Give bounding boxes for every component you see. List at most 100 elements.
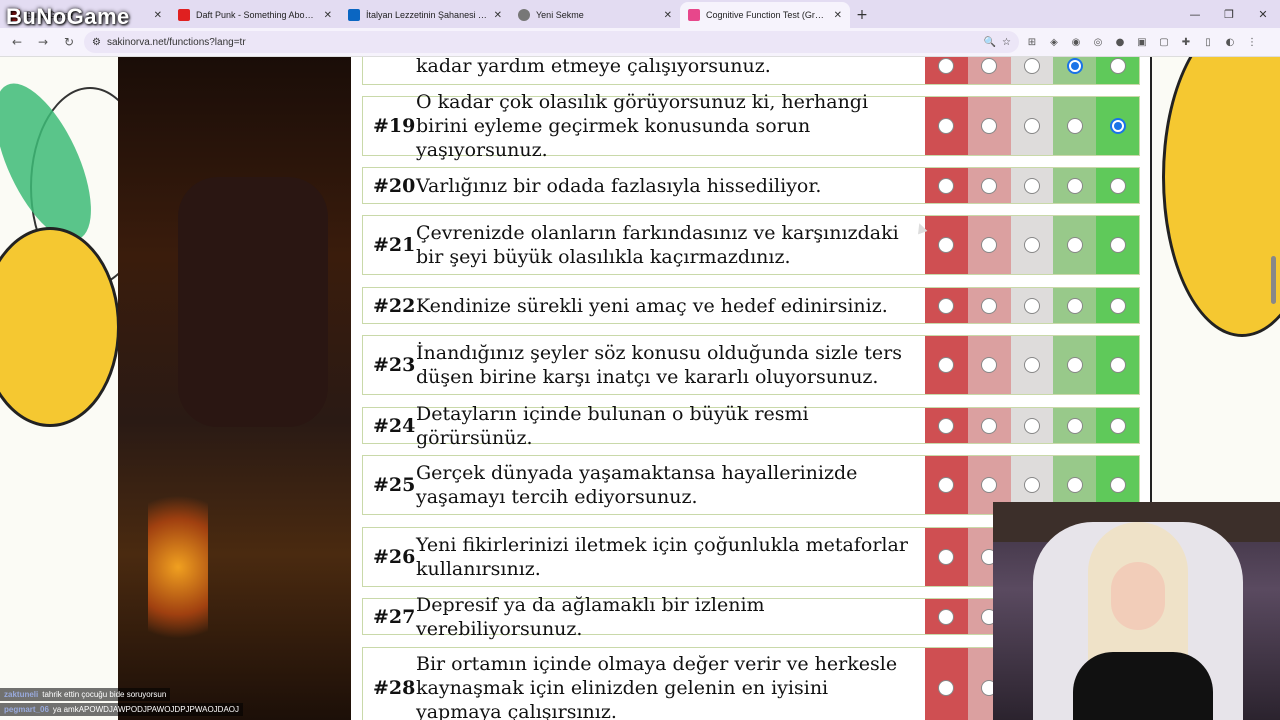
extension-icon[interactable]: ● (1111, 33, 1129, 51)
radio-button[interactable] (938, 58, 955, 74)
new-tab-button[interactable]: + (850, 2, 874, 28)
maximize-icon[interactable]: ❐ (1212, 0, 1246, 28)
radio-button[interactable] (1024, 417, 1040, 434)
avatar[interactable]: ◐ (1221, 33, 1239, 51)
answer-option-1[interactable] (925, 528, 968, 586)
answer-option-5[interactable] (1096, 216, 1139, 274)
minimize-icon[interactable]: — (1178, 0, 1212, 28)
radio-button[interactable] (1066, 417, 1083, 434)
answer-option-2[interactable] (967, 97, 1011, 155)
answer-option-1[interactable] (925, 648, 968, 720)
answer-option-4[interactable] (1053, 168, 1097, 203)
answer-option-5[interactable] (1096, 168, 1139, 203)
scrollbar-thumb[interactable] (1271, 256, 1276, 304)
radio-button[interactable] (1066, 297, 1083, 314)
translate-icon[interactable]: ⊞ (1023, 33, 1041, 51)
forward-icon[interactable]: → (32, 31, 54, 53)
radio-button[interactable] (981, 237, 998, 253)
radio-button[interactable] (938, 177, 955, 194)
back-icon[interactable]: ← (6, 31, 28, 53)
radio-button[interactable] (1109, 58, 1126, 74)
close-tab-icon[interactable]: ✕ (664, 10, 672, 21)
radio-button[interactable] (981, 477, 998, 493)
close-tab-icon[interactable]: ✕ (494, 10, 502, 21)
radio-button[interactable] (1024, 357, 1040, 373)
browser-tab[interactable]: Daft Punk - Something About Us ✕ (170, 2, 340, 28)
menu-icon[interactable]: ⋮ (1243, 33, 1261, 51)
answer-option-1[interactable] (925, 216, 968, 274)
radio-button[interactable] (981, 297, 998, 314)
close-window-icon[interactable]: ✕ (1246, 0, 1280, 28)
browser-tab[interactable]: İtalyan Lezzetinin Şahanesi Tiramisu ✕ (340, 2, 510, 28)
answer-option-3[interactable] (1010, 97, 1054, 155)
browser-tab[interactable]: Yeni Sekme ✕ (510, 2, 680, 28)
answer-option-3[interactable] (1010, 288, 1054, 323)
answer-option-1[interactable] (925, 599, 968, 634)
radio-button[interactable] (981, 357, 998, 373)
answer-option-5[interactable] (1096, 97, 1139, 155)
radio-button[interactable] (938, 608, 955, 625)
answer-option-5[interactable] (1096, 408, 1139, 443)
answer-option-5[interactable] (1096, 57, 1139, 84)
answer-option-2[interactable] (967, 168, 1011, 203)
radio-button[interactable] (938, 237, 955, 253)
answer-option-3[interactable] (1010, 168, 1054, 203)
site-info-icon[interactable]: ⚙ (92, 37, 101, 48)
sidebar-icon[interactable]: ▯ (1199, 33, 1217, 51)
radio-button[interactable] (938, 417, 955, 434)
extension-icon[interactable]: ▣ (1133, 33, 1151, 51)
radio-button[interactable] (938, 549, 955, 565)
answer-option-3[interactable] (1010, 336, 1054, 394)
answer-option-1[interactable] (925, 168, 968, 203)
answer-option-5[interactable] (1096, 336, 1139, 394)
puzzle-icon[interactable]: ✚ (1177, 33, 1195, 51)
radio-button[interactable] (938, 680, 955, 696)
radio-button[interactable] (1066, 58, 1083, 74)
radio-button[interactable] (1066, 118, 1083, 134)
answer-option-4[interactable] (1053, 336, 1097, 394)
radio-button[interactable] (938, 297, 955, 314)
answer-option-4[interactable] (1053, 216, 1097, 274)
radio-button[interactable] (1024, 237, 1040, 253)
radio-button[interactable] (1109, 177, 1126, 194)
radio-button[interactable] (981, 417, 998, 434)
close-tab-icon[interactable]: ✕ (154, 10, 162, 21)
radio-button[interactable] (1109, 477, 1126, 493)
bookmark-star-icon[interactable]: ☆ (1002, 37, 1011, 48)
answer-option-5[interactable] (1096, 288, 1139, 323)
radio-button[interactable] (1109, 417, 1126, 434)
answer-option-3[interactable] (1010, 408, 1054, 443)
radio-button[interactable] (1024, 477, 1040, 493)
answer-option-1[interactable] (925, 57, 968, 84)
answer-option-4[interactable] (1053, 97, 1097, 155)
radio-button[interactable] (1109, 297, 1126, 314)
answer-option-1[interactable] (925, 456, 968, 514)
extension-icon[interactable]: ◎ (1089, 33, 1107, 51)
radio-button[interactable] (981, 118, 998, 134)
radio-button[interactable] (1024, 297, 1040, 314)
radio-button[interactable] (1024, 118, 1040, 134)
extension-icon[interactable]: ◉ (1067, 33, 1085, 51)
radio-button[interactable] (1109, 118, 1126, 134)
radio-button[interactable] (1024, 177, 1040, 194)
browser-tab-active[interactable]: Cognitive Function Test (Grant/Bro ✕ (680, 2, 850, 28)
answer-option-1[interactable] (925, 97, 968, 155)
answer-option-1[interactable] (925, 288, 968, 323)
radio-button[interactable] (981, 177, 998, 194)
answer-option-2[interactable] (967, 336, 1011, 394)
radio-button[interactable] (938, 477, 955, 493)
reload-icon[interactable]: ↻ (58, 31, 80, 53)
radio-button[interactable] (1109, 357, 1126, 373)
radio-button[interactable] (981, 58, 998, 74)
radio-button[interactable] (938, 118, 955, 134)
radio-button[interactable] (1109, 237, 1126, 253)
zoom-icon[interactable]: 🔍 (984, 37, 996, 48)
answer-option-3[interactable] (1010, 57, 1054, 84)
address-bar[interactable]: ⚙ sakinorva.net/functions?lang=tr 🔍 ☆ (84, 31, 1019, 53)
radio-button[interactable] (938, 357, 955, 373)
close-tab-icon[interactable]: ✕ (834, 10, 842, 21)
extension-icon[interactable]: ▢ (1155, 33, 1173, 51)
answer-option-2[interactable] (967, 216, 1011, 274)
answer-option-1[interactable] (925, 408, 968, 443)
answer-option-4[interactable] (1053, 57, 1097, 84)
